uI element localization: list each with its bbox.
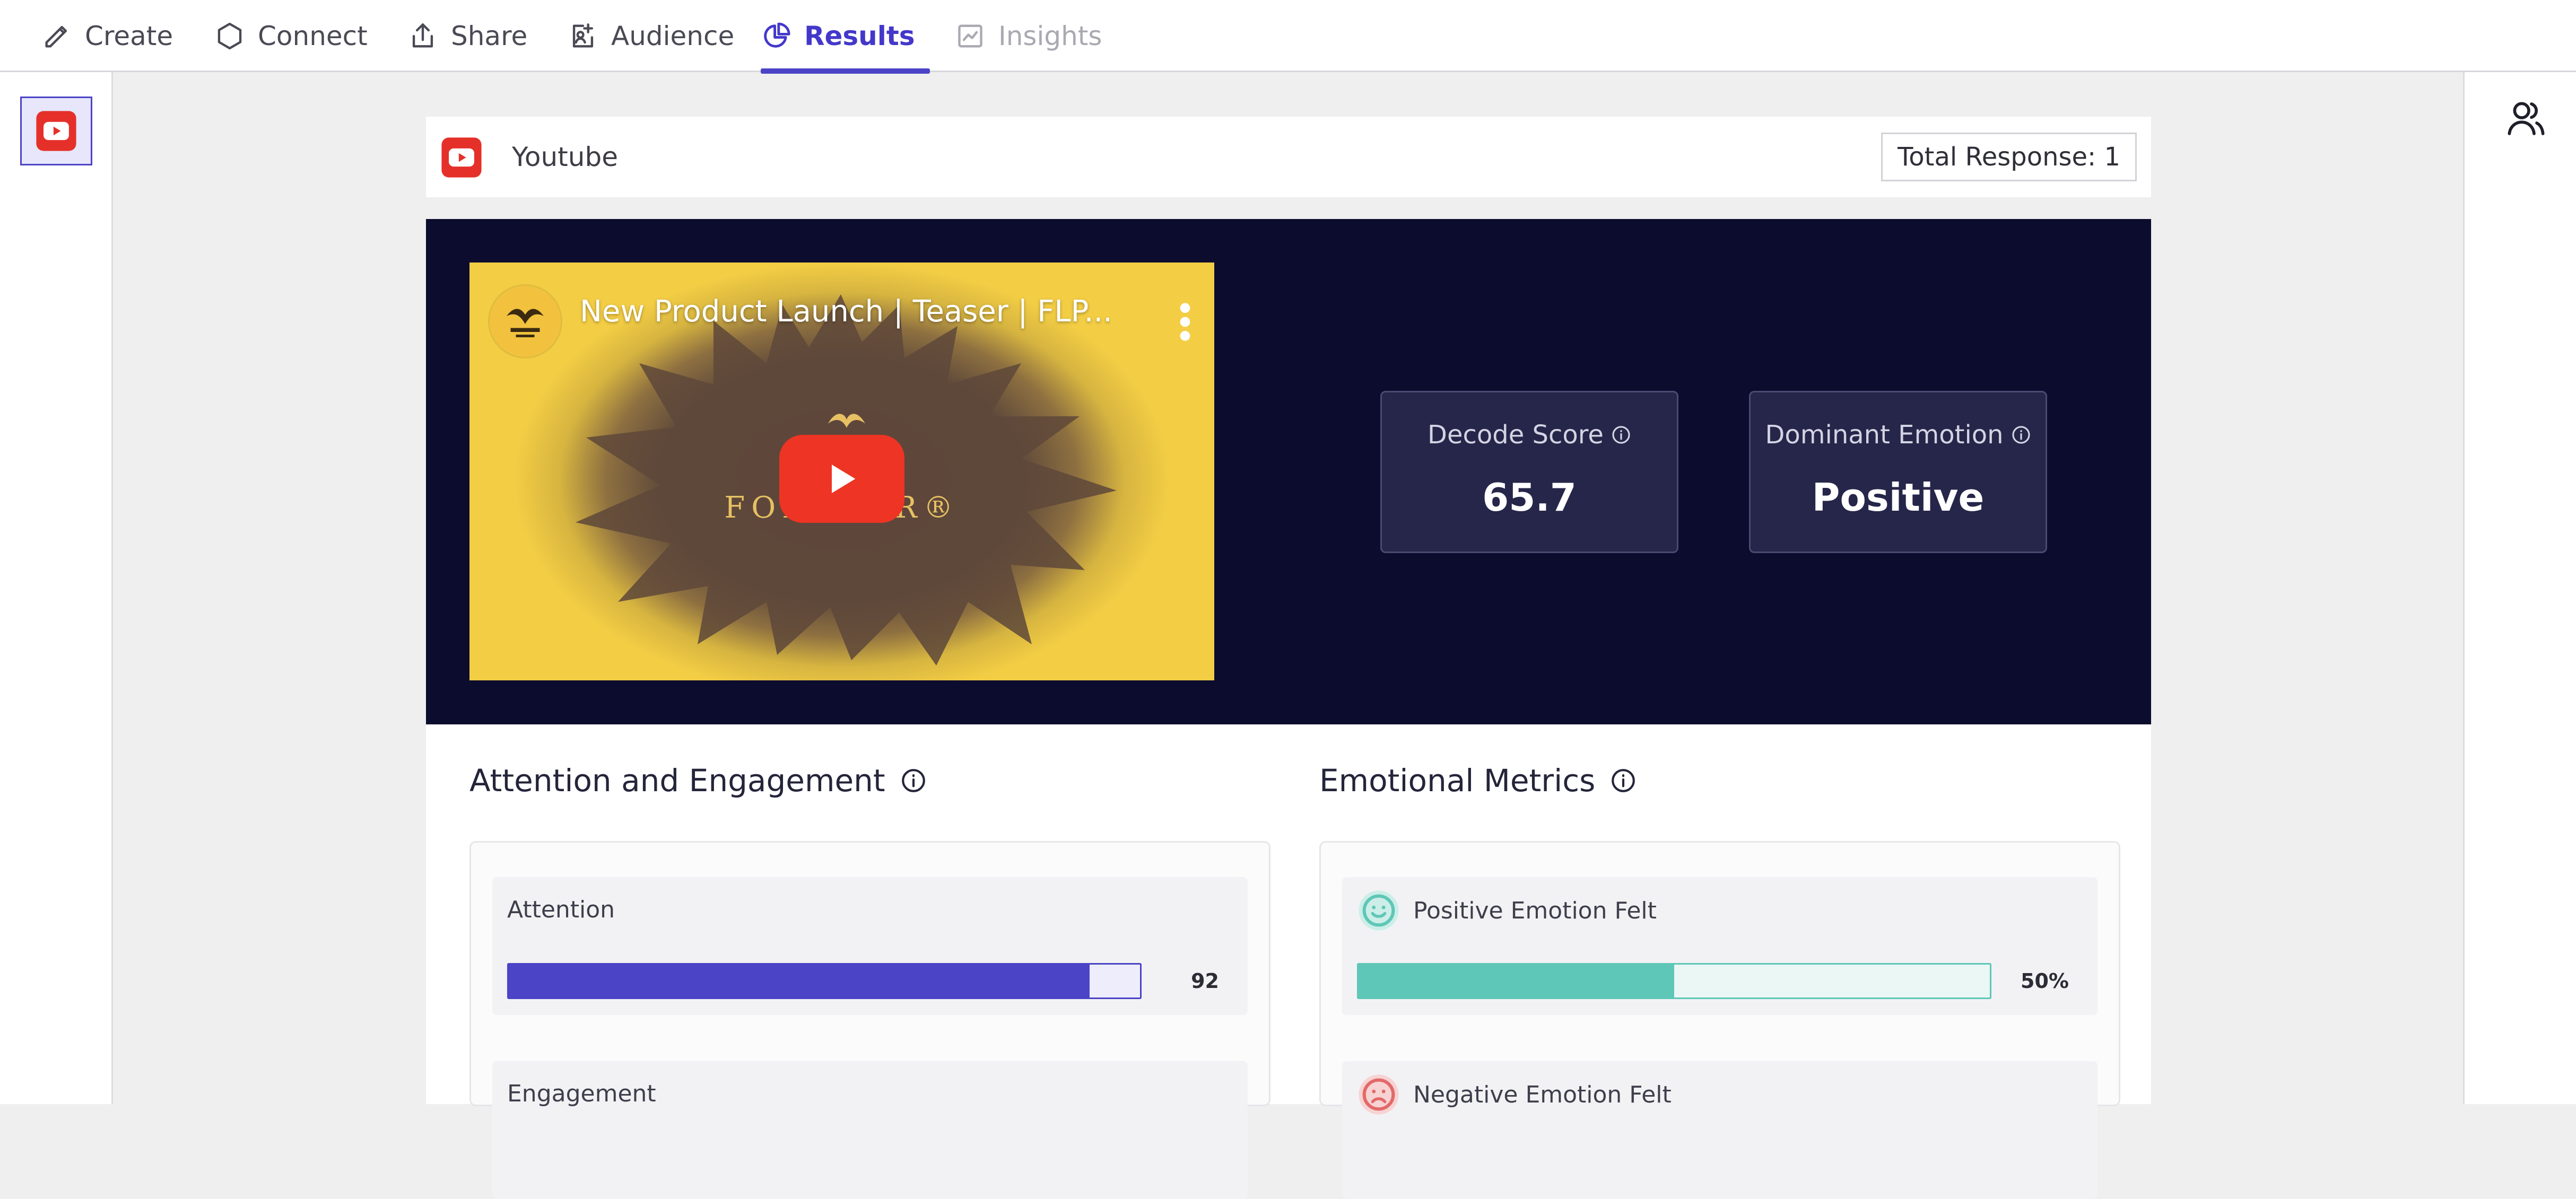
emotional-title: Emotional Metrics xyxy=(1319,763,1596,799)
decode-score-card: Decode Score 65.7 xyxy=(1380,391,1678,553)
positive-emotion-card: Positive Emotion Felt 50% xyxy=(1342,877,2098,1015)
youtube-icon xyxy=(36,111,76,151)
positive-emotion-label-text: Positive Emotion Felt xyxy=(1413,897,1657,924)
dominant-emotion-label-row: Dominant Emotion xyxy=(1751,420,2046,450)
source-header: Youtube Total Response: 1 xyxy=(426,117,2151,197)
info-icon[interactable] xyxy=(900,767,927,794)
engagement-label: Engagement xyxy=(507,1080,656,1107)
right-rail xyxy=(2463,72,2576,1104)
info-icon[interactable] xyxy=(1611,425,1631,445)
info-icon[interactable] xyxy=(2011,425,2031,445)
emotional-panel: Positive Emotion Felt 50% Negative Emoti… xyxy=(1319,841,2120,1199)
positive-emotion-value: 50% xyxy=(2021,969,2069,993)
dominant-emotion-label: Dominant Emotion xyxy=(1765,420,2004,450)
play-icon xyxy=(832,465,856,493)
positive-emotion-bar-fill xyxy=(1359,965,1674,997)
emotional-section-title: Emotional Metrics xyxy=(1319,763,1637,799)
attention-section-title: Attention and Engagement xyxy=(469,763,927,799)
share-icon xyxy=(412,23,433,48)
attention-label: Attention xyxy=(507,896,615,923)
play-button[interactable] xyxy=(779,435,904,523)
attention-panel: Attention 92 Engagement xyxy=(469,841,1270,1199)
attention-title: Attention and Engagement xyxy=(469,763,885,799)
metrics-section: Attention and Engagement Emotional Metri… xyxy=(426,724,2151,1199)
positive-emotion-bar xyxy=(1357,963,1991,999)
attention-metric-card: Attention 92 xyxy=(492,877,1248,1015)
eagle-mark-icon xyxy=(828,414,866,428)
youtube-icon xyxy=(441,137,482,178)
attention-bar xyxy=(507,963,1142,999)
people-icon[interactable] xyxy=(2505,97,2547,139)
tab-insights[interactable]: Insights xyxy=(955,0,1102,72)
tab-create-label: Create xyxy=(85,21,173,51)
decode-score-value: 65.7 xyxy=(1482,475,1577,520)
video-title[interactable]: New Product Launch | Teaser | FLP... xyxy=(580,294,1110,342)
line-chart-icon xyxy=(958,24,982,48)
video-player[interactable]: FOREVER® New Product Launch | Teaser | F… xyxy=(469,262,1214,680)
tab-insights-label: Insights xyxy=(998,21,1102,51)
pencil-icon xyxy=(45,25,67,48)
tab-audience-label: Audience xyxy=(611,21,735,51)
audience-icon xyxy=(572,23,594,48)
smile-icon xyxy=(1359,890,1399,931)
total-response-badge: Total Response: 1 xyxy=(1881,133,2137,181)
kebab-menu-icon[interactable] xyxy=(1177,302,1193,342)
tab-create[interactable]: Create xyxy=(41,0,173,72)
attention-bar-fill xyxy=(509,965,1090,997)
top-nav: Create Connect Share Audience Results In… xyxy=(0,0,2576,74)
dominant-emotion-value: Positive xyxy=(1812,475,1985,520)
hexagon-icon xyxy=(217,22,242,50)
tab-audience[interactable]: Audience xyxy=(568,0,734,72)
results-hero: FOREVER® New Product Launch | Teaser | F… xyxy=(426,219,2151,724)
eagle-logo-icon xyxy=(507,309,544,337)
attention-label-text: Attention xyxy=(507,896,615,923)
positive-emotion-label: Positive Emotion Felt xyxy=(1357,889,1657,932)
dominant-emotion-card: Dominant Emotion Positive xyxy=(1749,391,2047,553)
engagement-label-text: Engagement xyxy=(507,1080,656,1107)
tab-share[interactable]: Share xyxy=(407,0,527,72)
decode-score-label-row: Decode Score xyxy=(1382,420,1677,450)
engagement-metric-card: Engagement xyxy=(492,1061,1248,1199)
tab-share-label: Share xyxy=(451,21,528,51)
tab-connect-label: Connect xyxy=(258,21,368,51)
tab-results[interactable]: Results xyxy=(761,0,930,74)
frown-icon xyxy=(1359,1074,1399,1115)
tab-connect[interactable]: Connect xyxy=(214,0,368,72)
negative-emotion-label: Negative Emotion Felt xyxy=(1357,1073,1672,1116)
attention-value: 92 xyxy=(1191,969,1219,993)
tab-results-label: Results xyxy=(804,21,915,51)
info-icon[interactable] xyxy=(1610,767,1637,794)
decode-score-label: Decode Score xyxy=(1428,420,1604,450)
negative-emotion-card: Negative Emotion Felt xyxy=(1342,1061,2098,1199)
pie-chart-icon xyxy=(764,22,790,48)
source-title: Youtube xyxy=(512,142,618,172)
channel-avatar[interactable] xyxy=(490,286,561,357)
left-rail xyxy=(0,72,113,1104)
rail-item-youtube[interactable] xyxy=(20,97,92,165)
